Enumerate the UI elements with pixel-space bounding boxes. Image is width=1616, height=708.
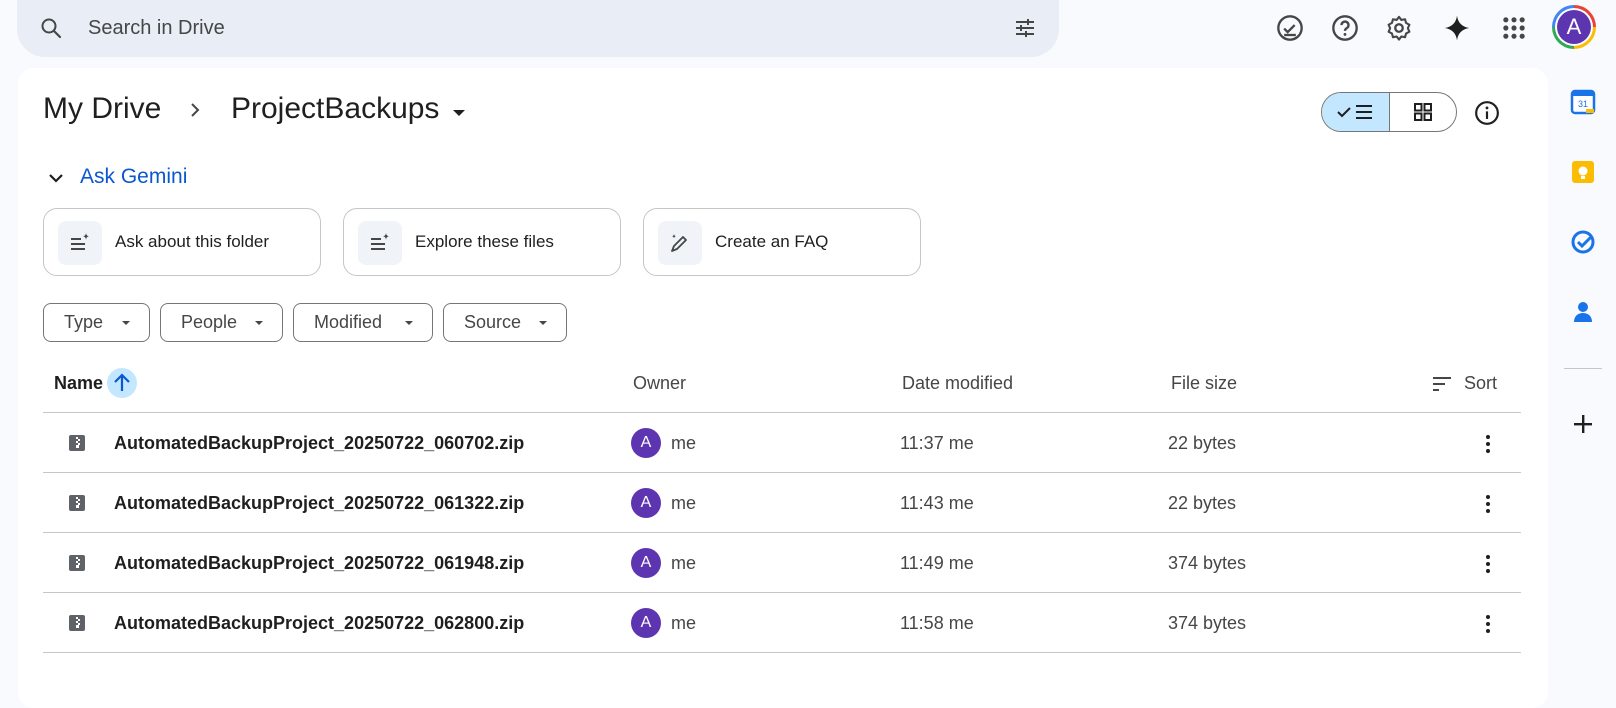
caret-down-icon[interactable] (449, 103, 469, 123)
search-options-icon[interactable] (1013, 16, 1037, 40)
offline-ready-icon[interactable] (1276, 14, 1304, 42)
file-name[interactable]: AutomatedBackupProject_20250722_061322.z… (114, 474, 524, 533)
tasks-icon[interactable] (1570, 229, 1596, 255)
chevron-right-icon (191, 103, 200, 117)
avatar-initial: A (1557, 10, 1591, 44)
list-sparkle-icon (358, 221, 402, 265)
filter-modified[interactable]: Modified (293, 303, 433, 342)
table-row[interactable]: AutomatedBackupProject_20250722_060702.z… (43, 414, 1521, 473)
caret-down-icon (539, 321, 547, 325)
gemini-card-create-faq[interactable]: Create an FAQ (643, 208, 921, 276)
breadcrumb-my-drive[interactable]: My Drive (43, 92, 161, 126)
filter-label: People (181, 312, 238, 332)
more-options-icon[interactable] (1476, 552, 1500, 576)
add-icon[interactable] (1570, 411, 1596, 437)
owner-avatar: A (631, 488, 661, 518)
calendar-icon[interactable]: 31 (1570, 89, 1596, 115)
gemini-sparkle-icon[interactable] (1443, 14, 1471, 42)
column-header-file-size[interactable]: File size (1171, 373, 1237, 394)
chevron-down-icon[interactable] (46, 168, 66, 188)
more-options-icon[interactable] (1476, 612, 1500, 636)
info-icon[interactable] (1474, 100, 1500, 126)
divider (43, 532, 1521, 533)
column-header-owner[interactable]: Owner (633, 373, 686, 394)
caret-down-icon (122, 321, 130, 325)
filter-source[interactable]: Source (443, 303, 567, 342)
file-name[interactable]: AutomatedBackupProject_20250722_061948.z… (114, 534, 524, 593)
file-name[interactable]: AutomatedBackupProject_20250722_060702.z… (114, 414, 524, 473)
owner-name: me (671, 493, 697, 513)
gemini-card-ask-folder[interactable]: Ask about this folder (43, 208, 321, 276)
search-input[interactable]: Search in Drive (88, 0, 225, 57)
date-modified: 11:37 me (900, 433, 974, 453)
help-icon[interactable] (1331, 14, 1359, 42)
caret-down-icon (255, 321, 263, 325)
contacts-icon[interactable] (1570, 299, 1596, 325)
search-icon[interactable] (39, 16, 63, 40)
table-row[interactable]: AutomatedBackupProject_20250722_061948.z… (43, 534, 1521, 593)
owner-name: me (671, 433, 697, 453)
keep-icon[interactable] (1570, 159, 1596, 185)
owner-name: me (671, 613, 697, 633)
date-modified: 11:58 me (900, 613, 974, 633)
list-view-button[interactable] (1322, 93, 1390, 131)
file-size: 374 bytes (1168, 553, 1247, 573)
filter-type[interactable]: Type (43, 303, 150, 342)
owner-avatar: A (631, 608, 661, 638)
more-options-icon[interactable] (1476, 492, 1500, 516)
owner-avatar: A (631, 428, 661, 458)
table-row[interactable]: AutomatedBackupProject_20250722_062800.z… (43, 594, 1521, 653)
filter-label: Source (464, 312, 522, 332)
file-name[interactable]: AutomatedBackupProject_20250722_062800.z… (114, 594, 524, 653)
zip-file-icon (69, 495, 85, 511)
gemini-card-label: Ask about this folder (115, 232, 270, 251)
breadcrumb-current-folder[interactable]: ProjectBackups (231, 92, 439, 126)
zip-file-icon (69, 555, 85, 571)
pen-sparkle-icon (658, 221, 702, 265)
table-row[interactable]: AutomatedBackupProject_20250722_061322.z… (43, 474, 1521, 533)
gemini-card-explore-files[interactable]: Explore these files (343, 208, 621, 276)
sort-icon[interactable] (1432, 374, 1452, 394)
zip-file-icon (69, 615, 85, 631)
owner-avatar: A (631, 548, 661, 578)
gemini-card-label: Explore these files (415, 232, 554, 251)
date-modified: 11:43 me (900, 493, 974, 513)
gemini-card-label: Create an FAQ (715, 232, 829, 251)
filter-people[interactable]: People (160, 303, 283, 342)
view-toggle[interactable] (1321, 92, 1457, 132)
divider (43, 652, 1521, 653)
column-header-name[interactable]: Name (54, 373, 103, 394)
sidebar-divider (1564, 368, 1602, 369)
file-size: 22 bytes (1168, 493, 1237, 513)
divider (43, 412, 1521, 413)
account-avatar[interactable]: A (1552, 5, 1596, 49)
sort-direction-button[interactable] (107, 368, 137, 398)
filter-label: Type (64, 312, 104, 332)
owner-name: me (671, 553, 697, 573)
sort-button-label[interactable]: Sort (1464, 373, 1497, 394)
divider (43, 472, 1521, 473)
divider (43, 592, 1521, 593)
zip-file-icon (69, 435, 85, 451)
grid-view-button[interactable] (1390, 93, 1456, 131)
file-size: 374 bytes (1168, 613, 1247, 633)
filter-label: Modified (314, 312, 383, 332)
date-modified: 11:49 me (900, 553, 974, 573)
check-list-icon (1337, 105, 1372, 119)
apps-grid-icon[interactable] (1500, 14, 1528, 42)
list-sparkle-icon (58, 221, 102, 265)
settings-gear-icon[interactable] (1385, 14, 1413, 42)
grid-icon (1414, 103, 1432, 121)
caret-down-icon (405, 321, 413, 325)
arrow-up-icon (114, 373, 130, 391)
more-options-icon[interactable] (1476, 432, 1500, 456)
file-size: 22 bytes (1168, 433, 1237, 453)
column-header-date-modified[interactable]: Date modified (902, 373, 1013, 394)
search-bar[interactable]: Search in Drive (17, 0, 1059, 57)
ask-gemini-title[interactable]: Ask Gemini (80, 165, 187, 189)
calendar-day: 31 (1578, 99, 1588, 109)
